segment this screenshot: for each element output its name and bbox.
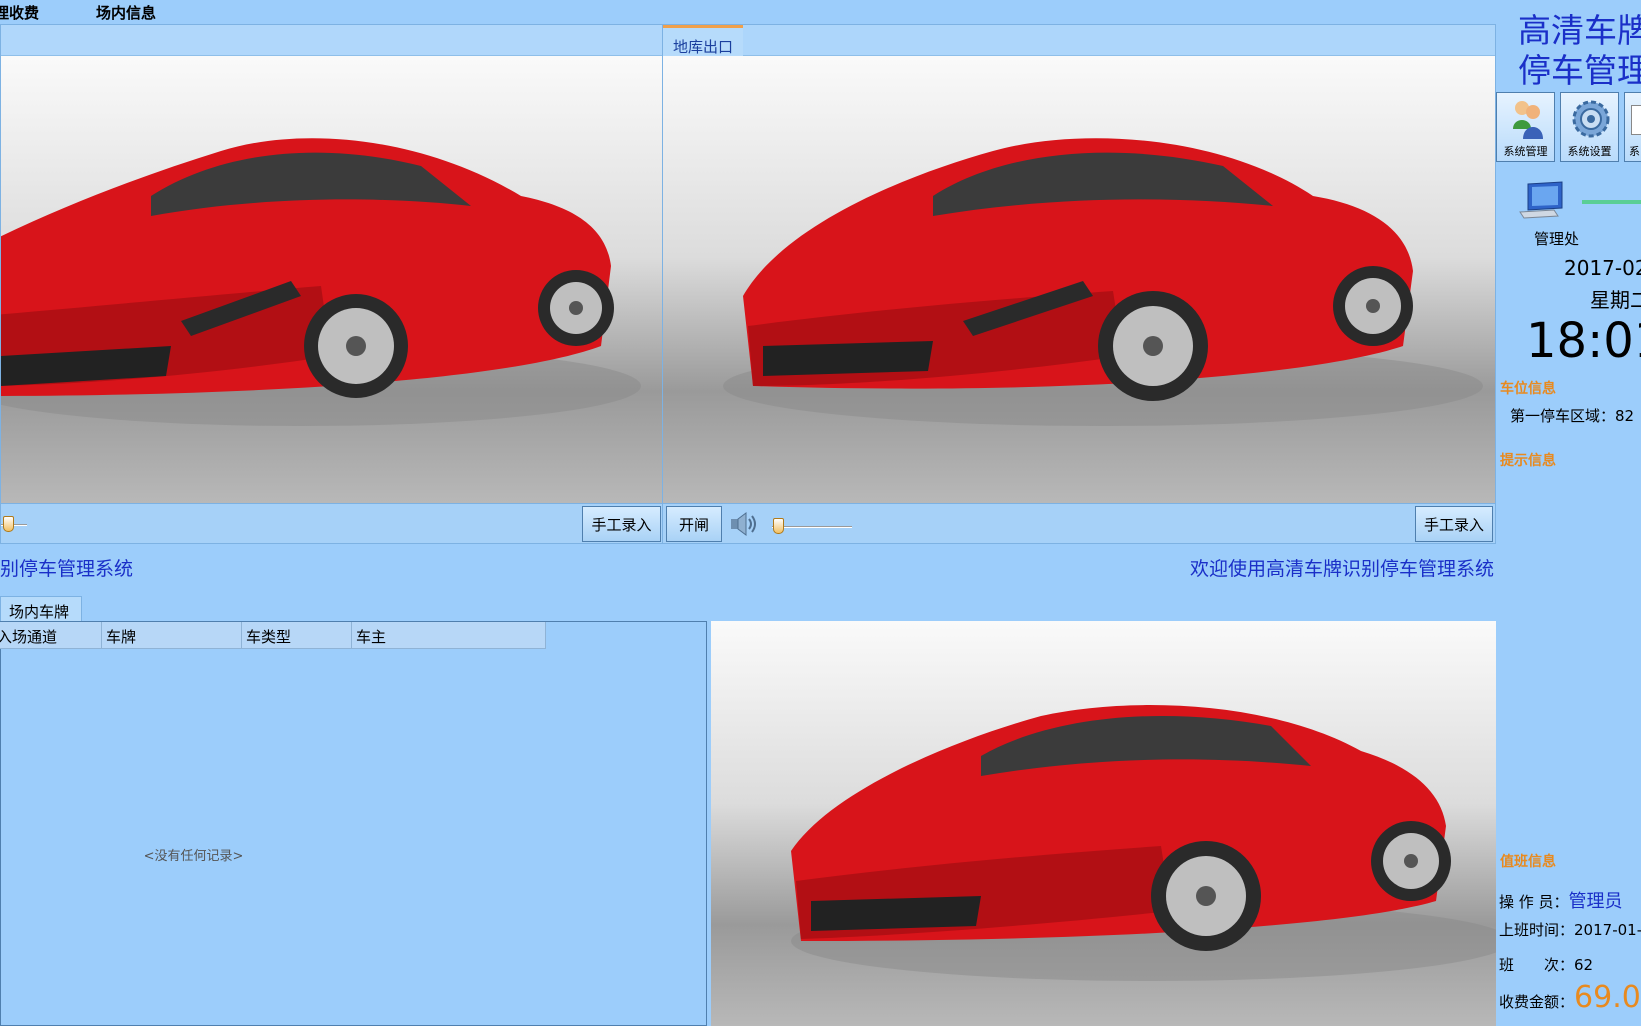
manual-entry-button-right[interactable]: 手工录入 xyxy=(1415,506,1493,542)
camera-panel-right-header: 地库出口 xyxy=(663,25,1495,56)
shift-start-label: 上班时间： xyxy=(1499,921,1575,939)
tips-info-heading: 提示信息 xyxy=(1500,453,1556,469)
shift-number-value: 62 xyxy=(1574,956,1594,974)
sidebar: 高清车牌 停车管理 系统管理 系统设置 系 管理处 2017-02 星期二 18… xyxy=(1496,0,1641,1026)
parking-info-text: 第一停车区域：82 xyxy=(1510,407,1635,425)
shift-number-label: 班 次： xyxy=(1499,956,1575,974)
system-third-label: 系 xyxy=(1629,145,1640,158)
camera-panel-left: 手工录入 xyxy=(0,24,663,544)
document-icon xyxy=(1631,105,1641,135)
weekday-display: 星期二 xyxy=(1590,288,1641,312)
system-admin-tile[interactable]: 系统管理 xyxy=(1496,92,1555,162)
gear-icon xyxy=(1572,100,1610,138)
car-image xyxy=(791,705,1496,981)
system-settings-tile[interactable]: 系统设置 xyxy=(1560,92,1619,162)
menu-bar: 理收费 场内信息 xyxy=(0,0,1496,24)
fee-value: 69.00 xyxy=(1574,980,1641,1015)
camera-view-bottom xyxy=(711,621,1496,1026)
shift-start-value: 2017-01- xyxy=(1574,921,1641,939)
marquee-right: 欢迎使用高清车牌识别停车管理系统 xyxy=(1190,558,1495,580)
open-gate-button[interactable]: 开闸 xyxy=(666,506,722,542)
column-header-entry-lane[interactable]: 入场通道 xyxy=(0,622,102,649)
operator-value: 管理员 xyxy=(1568,891,1623,912)
camera-view-right xyxy=(663,56,1495,503)
camera-panel-right: 地库出口 开闸 手工录入 xyxy=(662,24,1496,544)
sidebar-title-line2: 停车管理 xyxy=(1518,51,1641,90)
system-settings-label: 系统设置 xyxy=(1567,145,1612,158)
tab-lot-plates[interactable]: 场内车牌 xyxy=(0,596,82,623)
marquee-left: 别停车管理系统 xyxy=(0,558,134,580)
car-image xyxy=(1,138,641,426)
camera-view-left xyxy=(1,56,662,503)
station-label: 管理处 xyxy=(1534,230,1580,248)
car-image xyxy=(723,138,1483,426)
fee-label: 收费金额： xyxy=(1499,993,1575,1011)
time-display: 18:01 xyxy=(1526,313,1641,369)
manual-entry-button-left[interactable]: 手工录入 xyxy=(582,506,661,542)
volume-slider-track[interactable] xyxy=(772,526,852,528)
camera-left-toolbar: 手工录入 xyxy=(1,503,662,543)
fee-row: 收费金额：69.00 xyxy=(1499,980,1641,1015)
shift-start-row: 上班时间：2017-01- xyxy=(1499,919,1641,940)
menu-item-lot-info[interactable]: 场内信息 xyxy=(96,2,156,23)
column-header-vehicle-type[interactable]: 车类型 xyxy=(242,622,352,649)
system-admin-label: 系统管理 xyxy=(1503,145,1548,158)
shift-number-row: 班 次：62 xyxy=(1499,954,1593,975)
users-icon xyxy=(1513,101,1543,139)
operator-label: 操 作 员： xyxy=(1499,893,1569,911)
lot-plates-table: 入场通道 车牌 车类型 车主 <没有任何记录> xyxy=(0,621,707,1026)
camera-right-toolbar: 开闸 手工录入 xyxy=(663,503,1495,543)
date-display: 2017-02 xyxy=(1564,256,1641,280)
menu-item-charge[interactable]: 理收费 xyxy=(0,2,39,23)
volume-slider-thumb[interactable] xyxy=(3,516,14,532)
volume-slider-thumb[interactable] xyxy=(773,518,784,534)
tab-garage-exit[interactable]: 地库出口 xyxy=(663,25,744,56)
empty-message: <没有任何记录> xyxy=(143,849,244,864)
duty-info-heading: 值班信息 xyxy=(1500,854,1556,870)
operator-row: 操 作 员：管理员 xyxy=(1499,887,1623,913)
system-third-tile[interactable]: 系 xyxy=(1624,92,1641,162)
column-header-plate[interactable]: 车牌 xyxy=(102,622,242,649)
column-header-owner[interactable]: 车主 xyxy=(352,622,546,649)
computer-icon xyxy=(1519,181,1563,219)
camera-panel-left-header xyxy=(1,25,662,56)
parking-info-heading: 车位信息 xyxy=(1500,381,1556,397)
connection-line xyxy=(1582,200,1641,204)
speaker-icon[interactable] xyxy=(729,510,761,538)
